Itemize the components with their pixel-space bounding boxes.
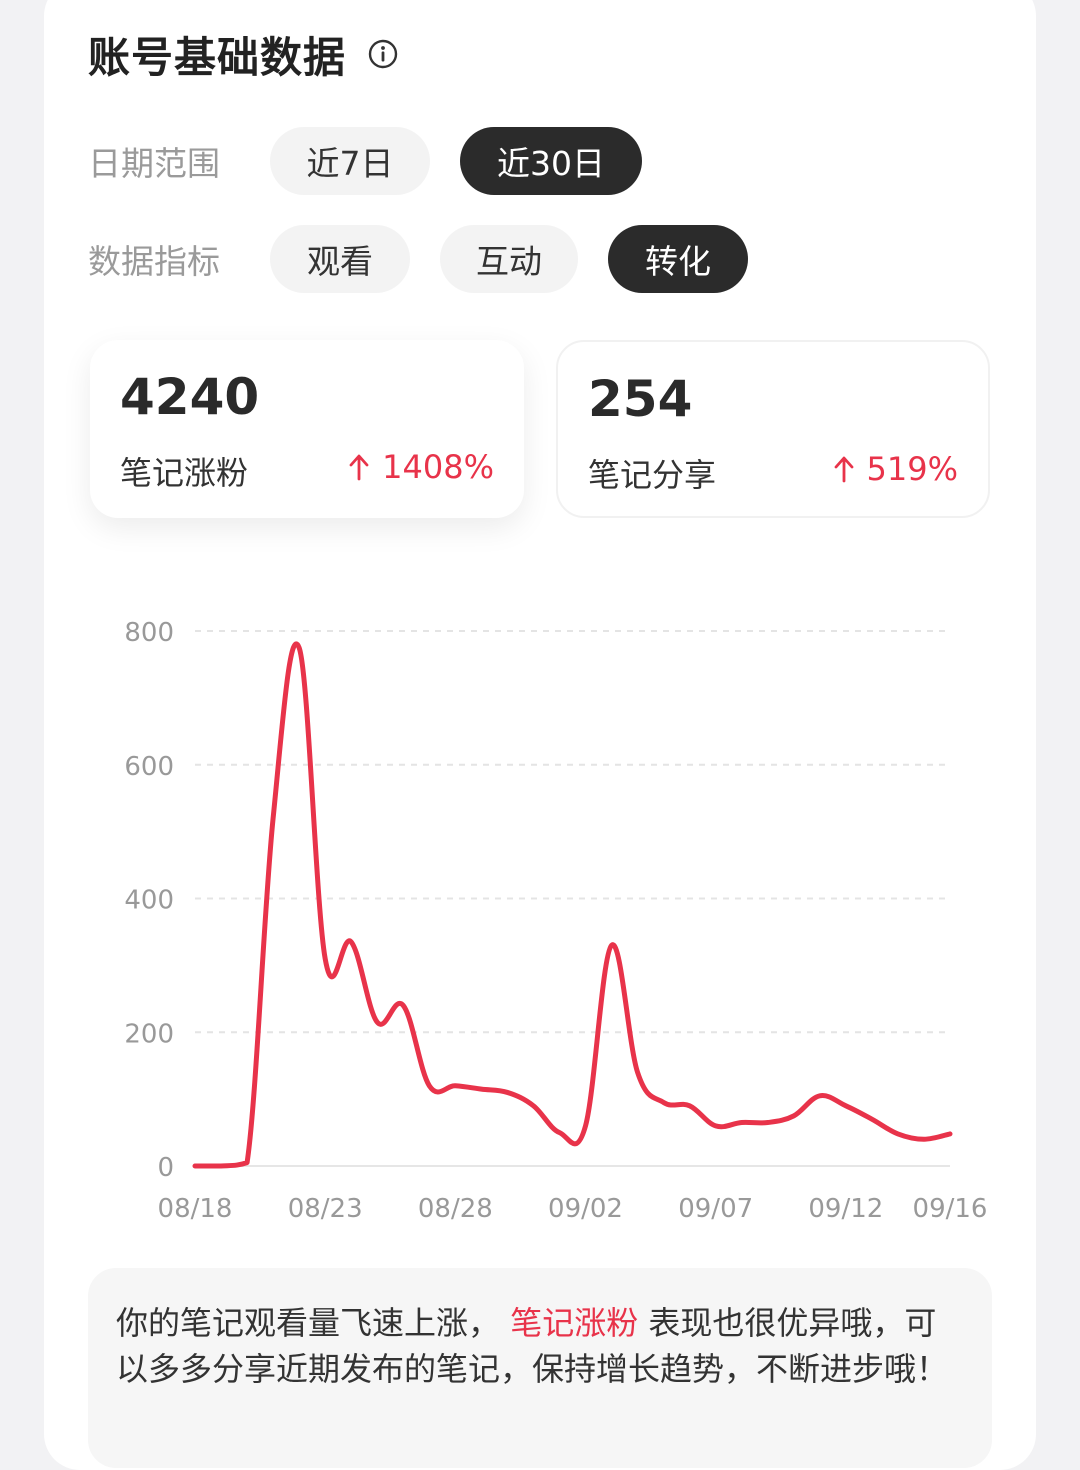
x-tick-label: 08/23: [288, 1194, 363, 1224]
insight-tip-text: 你的笔记观看量飞速上涨， 笔记涨粉 表现也很优异哦，可以多多分享近期发布的笔记，…: [116, 1300, 964, 1392]
y-tick-label: 800: [124, 618, 174, 648]
x-tick-label: 09/16: [913, 1194, 988, 1224]
x-tick-label: 08/28: [418, 1194, 493, 1224]
y-tick-label: 0: [157, 1153, 174, 1183]
tip-text-before: 你的笔记观看量飞速上涨，: [116, 1304, 501, 1342]
conversion-line-chart: 0 200 400 600 800 08/18 08/23 08/28 09/02 09/07 09…: [124, 618, 988, 1224]
y-tick-label: 400: [124, 886, 174, 916]
y-tick-label: 600: [124, 752, 174, 782]
x-tick-label: 08/18: [158, 1194, 233, 1224]
series-line: [192, 641, 953, 1169]
tip-highlight: 笔记涨粉: [510, 1304, 639, 1342]
y-tick-label: 200: [124, 1019, 174, 1049]
x-tick-label: 09/12: [808, 1194, 883, 1224]
insight-tip-box: 你的笔记观看量飞速上涨， 笔记涨粉 表现也很优异哦，可以多多分享近期发布的笔记，…: [88, 1268, 992, 1468]
x-tick-label: 09/02: [548, 1194, 623, 1224]
x-tick-label: 09/07: [678, 1194, 753, 1224]
